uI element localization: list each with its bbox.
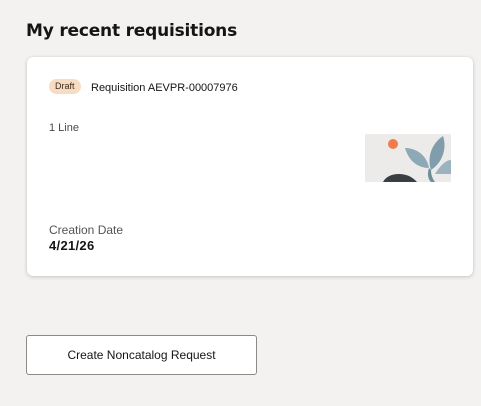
section-title: My recent requisitions bbox=[26, 21, 237, 41]
line-count: 1 Line bbox=[49, 122, 79, 134]
creation-date-value: 4/21/26 bbox=[49, 238, 95, 253]
botanical-thumbnail-icon bbox=[365, 134, 451, 182]
creation-date-label: Creation Date bbox=[49, 223, 124, 237]
status-badge: Draft bbox=[49, 79, 81, 94]
requisition-card[interactable]: Draft Requisition AEVPR-00007976 1 Line … bbox=[27, 57, 473, 276]
create-noncatalog-request-button[interactable]: Create Noncatalog Request bbox=[26, 335, 257, 375]
requisition-name[interactable]: Requisition AEVPR-00007976 bbox=[91, 82, 238, 94]
